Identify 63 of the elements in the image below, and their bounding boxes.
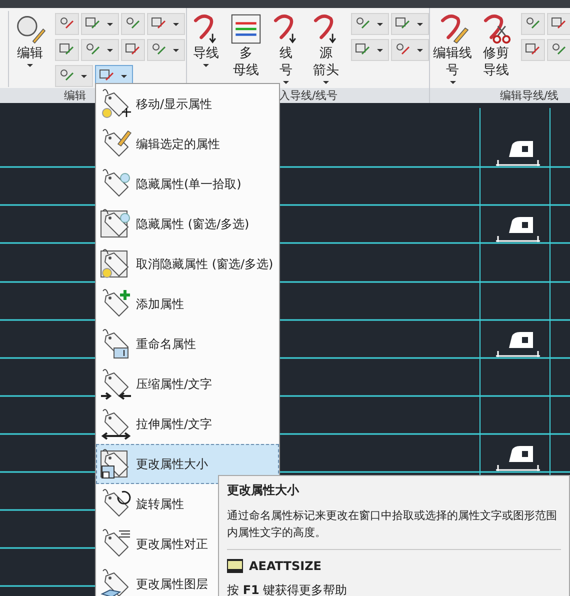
panel-label: 编辑导线/线 [430,88,570,103]
ribbon-button[interactable]: 导线 [187,11,225,69]
menu-item[interactable]: 拉伸属性/文字 [96,404,279,444]
tag-icon [100,408,132,440]
caret-icon [27,64,33,67]
menu-item[interactable]: 取消隐藏属性 (窗选/多选) [96,244,279,284]
ribbon-button[interactable]: 编辑线 号 [430,11,475,86]
ribbon-button[interactable]: 源 箭头 [307,11,345,86]
tag-icon [100,88,132,120]
tool-button[interactable] [121,13,145,35]
tool-button[interactable] [81,39,119,61]
ribbon-button[interactable]: 修剪 导线 [477,11,515,81]
tag-icon [100,208,132,240]
menu-item[interactable]: 更改属性大小 [96,444,279,484]
tool-button[interactable] [351,39,389,61]
tool-button[interactable] [147,39,185,61]
menu-item[interactable]: 隐藏属性 (窗选/多选) [96,204,279,244]
tool-button[interactable] [521,13,545,35]
caret-icon [417,22,423,26]
tool-button[interactable] [55,39,79,61]
help-hint: 按 F1 键获得更多帮助 [227,582,348,596]
caret-icon [323,81,329,84]
ribbon-button[interactable]: 编辑 [11,11,49,69]
tool-button[interactable] [351,13,389,35]
caret-icon [107,22,113,26]
caret-icon [450,81,456,84]
command-name: AEATTSIZE [249,559,322,573]
tool-button[interactable] [121,39,145,61]
caret-icon [417,48,423,52]
ribbon-button[interactable]: 多 母线 [227,11,265,81]
tool-button[interactable] [547,13,570,35]
tool-button[interactable] [391,39,429,61]
vehicle-symbol-drawing [495,217,541,243]
caret-icon [107,48,113,52]
tool-button[interactable] [521,39,545,61]
circle-pencil-icon [14,13,46,45]
menu-item[interactable]: 添加属性 [96,284,279,324]
vehicle-symbol-drawing [495,332,541,358]
menu-item[interactable]: 隐藏属性(单一拾取) [96,164,279,204]
caret-icon [173,48,179,52]
menu-item[interactable]: 重命名属性 [96,324,279,364]
caret-icon [121,74,127,78]
tool-button[interactable] [547,39,570,61]
caret-icon [377,22,383,26]
menu-item[interactable]: 编辑选定的属性 [96,124,279,164]
caret-icon [203,64,209,67]
caret-icon [173,22,179,26]
vehicle-symbol-drawing [495,446,541,472]
menu-item[interactable]: 压缩属性/文字 [96,364,279,404]
caret-icon [377,48,383,52]
tag-icon [100,368,132,400]
command-icon [227,558,243,574]
tool-button[interactable] [55,13,79,35]
caret-icon [283,81,289,84]
bus-lines-icon [230,13,262,45]
tool-button[interactable] [55,65,93,87]
caret-icon [81,74,87,78]
tool-button[interactable] [147,13,185,35]
tooltip-title: 更改属性大小 [227,482,300,499]
tool-button[interactable] [391,13,429,35]
tool-button[interactable] [81,13,119,35]
vehicle-symbol-drawing [495,141,541,167]
tooltip-description: 通过命名属性标记来更改在窗口中拾取或选择的属性文字或图形范围内属性文字的高度。 [227,507,561,550]
